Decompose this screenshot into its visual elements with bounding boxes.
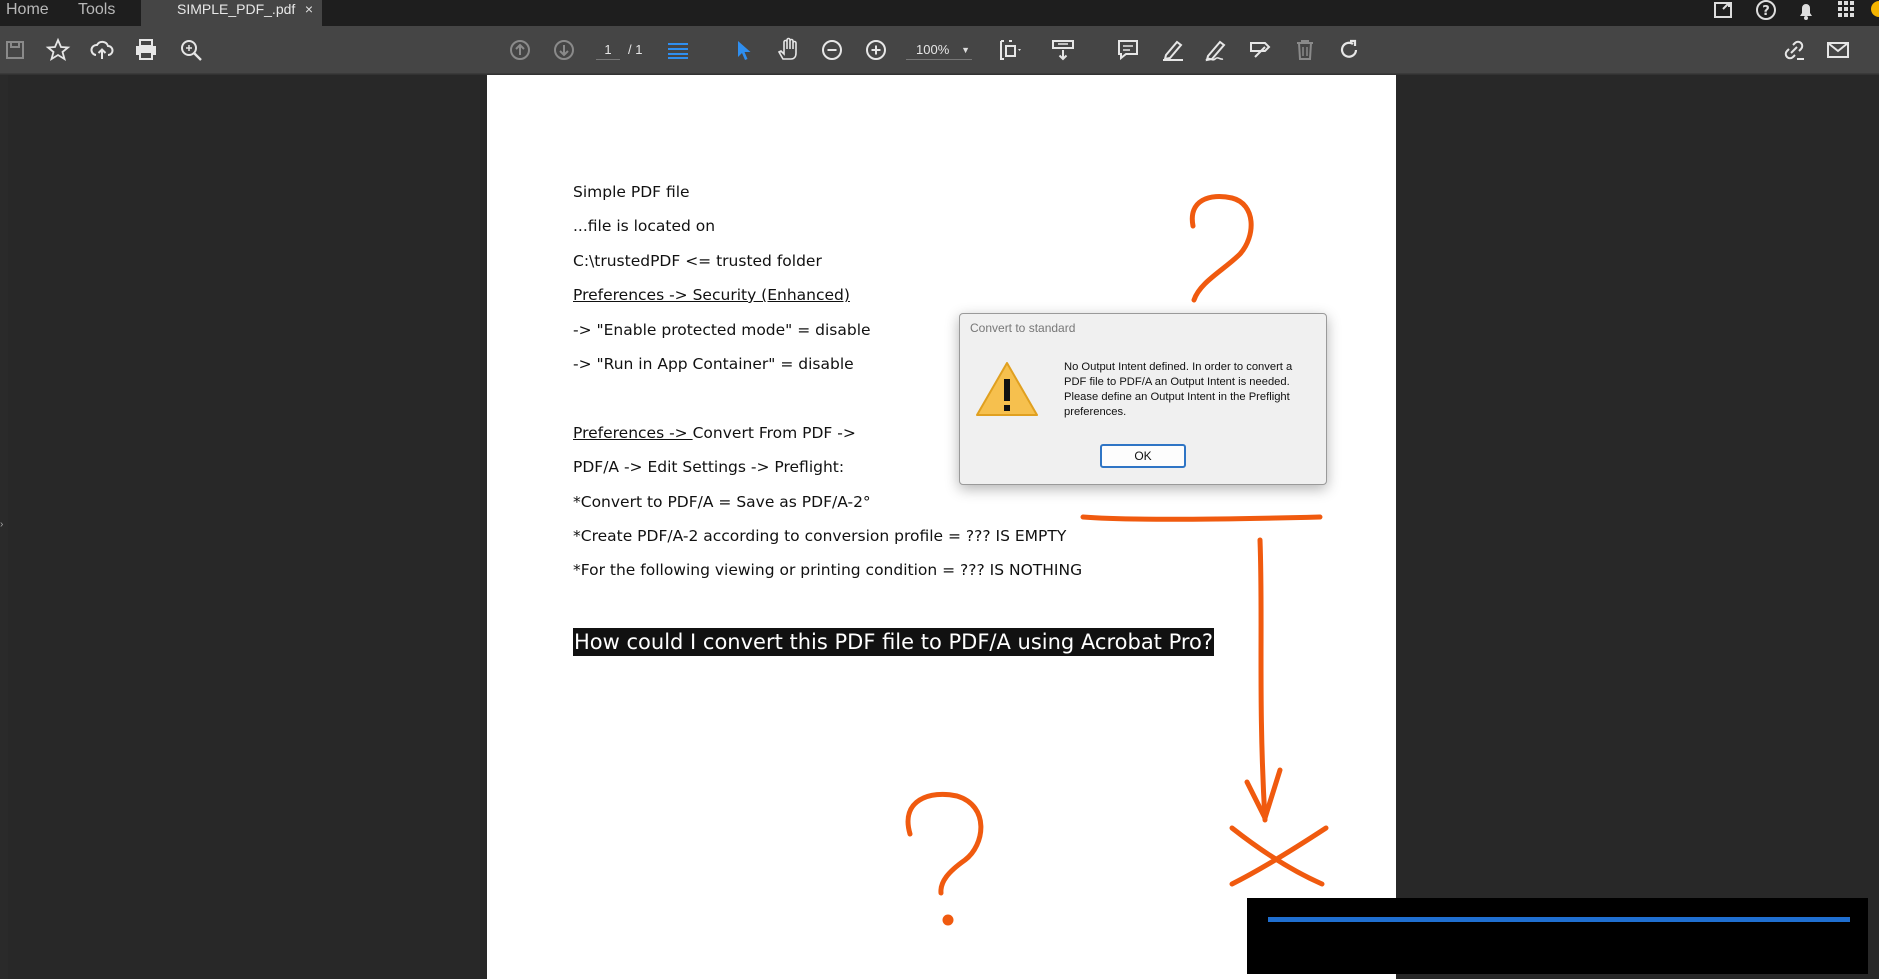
main-toolbar: 1 / 1 100% ▼ bbox=[0, 26, 1879, 74]
more-icon[interactable] bbox=[1866, 35, 1879, 65]
search-icon[interactable] bbox=[176, 35, 206, 65]
hand-icon[interactable] bbox=[773, 35, 803, 65]
ok-button[interactable]: OK bbox=[1100, 444, 1186, 468]
comment-icon[interactable] bbox=[1113, 35, 1143, 65]
page-layout-icon[interactable] bbox=[663, 35, 693, 65]
select-cursor-icon[interactable] bbox=[728, 35, 758, 65]
blue-progress-bar bbox=[1268, 917, 1850, 922]
highlighted-question: How could I convert this PDF file to PDF… bbox=[573, 628, 1215, 656]
warning-icon bbox=[974, 359, 1040, 419]
doc-line: Preferences -> Security (Enhanced) bbox=[573, 286, 850, 304]
close-tab-icon[interactable]: × bbox=[305, 0, 313, 18]
expand-panel-icon: › bbox=[0, 519, 4, 530]
tab-home[interactable]: Home bbox=[6, 0, 49, 26]
svg-text:?: ? bbox=[1762, 4, 1770, 19]
doc-line-rest: Convert From PDF -> bbox=[692, 424, 856, 442]
doc-line-underlined: Preferences -> bbox=[573, 424, 693, 442]
doc-line: PDF/A -> Edit Settings -> Preflight: bbox=[573, 458, 845, 476]
bell-icon[interactable] bbox=[1791, 0, 1821, 23]
doc-line: ...file is located on bbox=[573, 217, 716, 235]
fill-sign-icon[interactable] bbox=[1245, 35, 1275, 65]
zoom-value: 100% bbox=[916, 42, 950, 57]
zoom-out-icon[interactable] bbox=[817, 35, 847, 65]
sign-icon[interactable] bbox=[1201, 35, 1231, 65]
share-link-icon[interactable] bbox=[1779, 35, 1809, 65]
doc-line: C:\trustedPDF <= trusted folder bbox=[573, 252, 822, 270]
doc-line: *For the following viewing or printing c… bbox=[573, 561, 1083, 579]
pdf-page: Simple PDF file ...file is located on C:… bbox=[487, 75, 1396, 979]
upload-icon[interactable] bbox=[87, 35, 117, 65]
highlight-icon[interactable] bbox=[1158, 35, 1188, 65]
page-number-input[interactable]: 1 bbox=[596, 40, 620, 60]
chevron-down-icon: ▼ bbox=[961, 45, 970, 55]
dialog-message: No Output Intent defined. In order to co… bbox=[1064, 361, 1293, 418]
convert-to-standard-dialog: Convert to standard No Output Intent def… bbox=[959, 313, 1327, 485]
next-page-icon[interactable] bbox=[549, 35, 579, 65]
page-total-label: / 1 bbox=[628, 42, 643, 57]
fit-page-icon[interactable] bbox=[996, 35, 1026, 65]
apps-grid-icon[interactable] bbox=[1831, 0, 1861, 23]
doc-line: -> "Run in App Container" = disable bbox=[573, 355, 854, 373]
zoom-select[interactable]: 100% ▼ bbox=[906, 40, 972, 60]
tab-bar: Home Tools SIMPLE_PDF_.pdf × ? bbox=[0, 0, 1879, 26]
save-icon[interactable] bbox=[0, 35, 30, 65]
share-screen-icon[interactable] bbox=[1709, 0, 1739, 23]
doc-line: *Convert to PDF/A = Save as PDF/A-2° bbox=[573, 493, 871, 511]
tab-document-label: SIMPLE_PDF_.pdf bbox=[177, 1, 296, 17]
doc-line: Preferences -> Convert From PDF -> bbox=[573, 424, 856, 442]
redo-icon[interactable] bbox=[1334, 35, 1364, 65]
zoom-in-icon[interactable] bbox=[861, 35, 891, 65]
tab-document[interactable]: SIMPLE_PDF_.pdf × bbox=[141, 0, 322, 26]
help-icon[interactable]: ? bbox=[1751, 0, 1781, 23]
print-icon[interactable] bbox=[131, 35, 161, 65]
left-panel-toggle[interactable]: › bbox=[0, 75, 8, 979]
star-icon[interactable] bbox=[43, 35, 73, 65]
delete-icon[interactable] bbox=[1290, 35, 1320, 65]
dialog-title: Convert to standard bbox=[970, 321, 1076, 335]
doc-line: *Create PDF/A-2 according to conversion … bbox=[573, 527, 1067, 545]
mail-icon[interactable] bbox=[1823, 35, 1853, 65]
doc-line: Simple PDF file bbox=[573, 183, 690, 201]
scroll-mode-icon[interactable] bbox=[1048, 35, 1078, 65]
doc-line: -> "Enable protected mode" = disable bbox=[573, 321, 871, 339]
prev-page-icon[interactable] bbox=[505, 35, 535, 65]
account-icon[interactable] bbox=[1867, 0, 1879, 23]
tab-tools[interactable]: Tools bbox=[78, 0, 115, 26]
overlay-black-box bbox=[1247, 898, 1868, 974]
